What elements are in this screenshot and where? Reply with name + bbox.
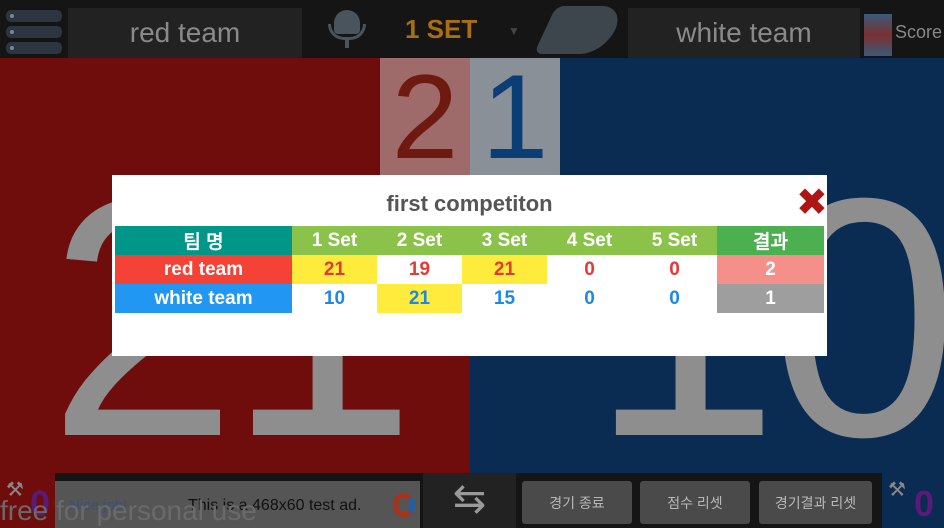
set-cell: 21 (377, 284, 462, 313)
dropdown-arrow-icon[interactable]: ▼ (508, 24, 520, 38)
end-game-button[interactable]: 경기 종료 (522, 481, 632, 524)
header-set: 1 Set (292, 226, 377, 255)
set-cell: 21 (292, 255, 377, 284)
menu-icon[interactable] (6, 10, 62, 22)
ad-logo-icon (393, 493, 415, 517)
team-right-name[interactable]: white team (628, 8, 860, 58)
microphone-icon[interactable] (324, 10, 370, 50)
team-left-name[interactable]: red team (68, 8, 302, 58)
header-set: 5 Set (632, 226, 717, 255)
right-sets-won: 1 (470, 57, 560, 177)
reset-score-button[interactable]: 점수 리셋 (640, 481, 750, 524)
reset-results-button[interactable]: 경기결과 리셋 (759, 481, 872, 524)
menu-icon[interactable] (6, 42, 62, 54)
result-cell: 1 (717, 284, 824, 313)
header-set: 3 Set (462, 226, 547, 255)
header-set: 4 Set (547, 226, 632, 255)
table-header: 팀 명 1 Set 2 Set 3 Set 4 Set 5 Set 결과 (115, 226, 824, 255)
header-set: 2 Set (377, 226, 462, 255)
scoreboard-icon[interactable] (864, 14, 892, 56)
close-icon[interactable]: ✖ (796, 184, 828, 222)
set-cell: 15 (493, 287, 516, 309)
results-table: 팀 명 1 Set 2 Set 3 Set 4 Set 5 Set 결과 red… (115, 226, 824, 313)
team-cell: white team (115, 284, 292, 313)
right-counter[interactable]: ⚒ 0 (882, 473, 944, 528)
set-cell: 10 (323, 287, 346, 309)
set-cell: 21 (462, 255, 547, 284)
dialog-title: first competiton (386, 191, 553, 216)
table-row: white team 10 21 15 0 0 1 (115, 284, 824, 313)
right-count: 0 (914, 483, 935, 524)
set-cell: 19 (408, 258, 431, 280)
set-cell: 0 (584, 258, 595, 280)
result-cell: 2 (717, 255, 824, 284)
table-row: red team 21 19 21 0 0 2 (115, 255, 824, 284)
results-dialog: first competiton ✖ 팀 명 1 Set 2 Set 3 Set… (112, 175, 828, 356)
set-cell: 0 (669, 287, 680, 309)
menu-icon[interactable] (6, 26, 62, 38)
header-result: 결과 (717, 226, 824, 255)
hammer-icon: ⚒ (888, 479, 906, 501)
whistle-icon[interactable] (533, 6, 627, 54)
top-bar: red team 1 SET ▼ white team Score (0, 0, 944, 58)
score-label[interactable]: Score (895, 22, 942, 43)
swap-icon[interactable]: ⇆ (423, 473, 516, 528)
set-label[interactable]: 1 SET (405, 14, 477, 45)
header-team: 팀 명 (115, 226, 292, 255)
watermark: free for personal use (0, 495, 257, 526)
bottom-bar: ⚒ 0 Nice job! This is a 468x60 test ad. … (0, 473, 944, 528)
set-cell: 0 (584, 287, 595, 309)
set-cell: 0 (669, 258, 680, 280)
team-cell: red team (115, 255, 292, 284)
